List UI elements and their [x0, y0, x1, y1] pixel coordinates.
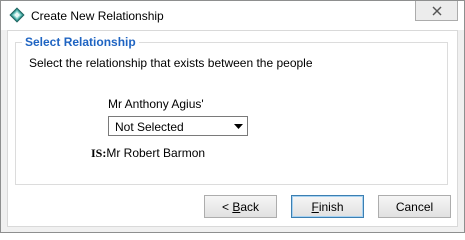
finish-button-mnemonic: F	[311, 199, 319, 214]
relationship-select-value: Not Selected	[115, 120, 184, 134]
dialog-window: Create New Relationship Select Relations…	[0, 0, 465, 233]
app-icon	[9, 7, 25, 23]
instruction-text: Select the relationship that exists betw…	[29, 56, 313, 70]
cancel-button[interactable]: Cancel	[378, 195, 451, 218]
cancel-button-label: Cancel	[395, 199, 434, 214]
finish-button[interactable]: Finish	[291, 195, 364, 218]
back-button[interactable]: < Back	[204, 195, 277, 218]
window-title: Create New Relationship	[31, 9, 164, 23]
finish-button-label: inish	[318, 199, 344, 214]
person-b-label: Mr Robert Barmon	[106, 146, 206, 160]
instruction-overflow-label: below	[29, 70, 69, 73]
dropdown-button[interactable]	[230, 117, 247, 135]
dialog-content: Select Relationship Select the relations…	[7, 30, 458, 227]
person-a-label: Mr Anthony Agius'	[108, 97, 204, 111]
back-button-label: ack	[240, 199, 260, 214]
close-button[interactable]	[415, 1, 458, 21]
back-button-prefix: <	[221, 199, 233, 214]
group-title: Select Relationship	[22, 35, 139, 49]
relationship-select[interactable]: Not Selected	[108, 116, 248, 136]
instruction-overflow-text: below	[29, 70, 69, 74]
title-bar[interactable]: Create New Relationship	[1, 1, 464, 30]
is-label: IS:	[91, 146, 107, 160]
relationship-target-row: IS:Mr Robert Barmon	[91, 146, 205, 161]
back-button-mnemonic: B	[232, 199, 241, 214]
close-icon	[432, 6, 441, 15]
chevron-down-icon	[234, 123, 243, 129]
